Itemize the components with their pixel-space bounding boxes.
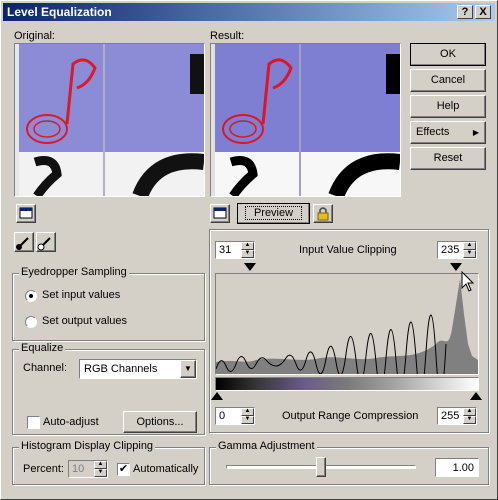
effects-label: Effects: [416, 126, 450, 138]
mouse-cursor-icon: [461, 271, 475, 292]
eyedropper-sampling-title: Eyedropper Sampling: [19, 266, 129, 278]
eyedropper-icon: [16, 237, 29, 250]
input-high-value: 235: [441, 244, 460, 256]
preview-label: Preview: [244, 206, 303, 220]
set-input-radio[interactable]: [25, 290, 37, 302]
chevron-down-icon[interactable]: ▼: [180, 360, 196, 378]
output-high-spinbox[interactable]: 255 ▲ ▼: [437, 407, 477, 425]
gamma-title: Gamma Adjustment: [216, 440, 317, 452]
result-preview-image: [211, 44, 400, 196]
histogram-plot[interactable]: [215, 273, 479, 394]
gamma-value-field[interactable]: 1.00: [435, 458, 479, 477]
histogram-clipping-group: Histogram Display Clipping Percent: 10 ▲…: [12, 440, 205, 485]
gamma-value: 1.00: [452, 462, 474, 474]
output-low-value: 0: [219, 410, 226, 422]
gamma-group: Gamma Adjustment 1.00: [209, 440, 489, 485]
window-icon: [213, 207, 227, 219]
output-low-spinner[interactable]: ▲ ▼: [241, 408, 254, 424]
cancel-button[interactable]: Cancel: [410, 69, 486, 92]
input-high-spinbox[interactable]: 235 ▲ ▼: [437, 241, 477, 259]
percent-spinbox: 10 ▲ ▼: [68, 460, 108, 478]
auto-adjust-checkbox[interactable]: [27, 416, 40, 429]
channel-value: RGB Channels: [84, 363, 158, 375]
automatically-label[interactable]: Automatically: [133, 463, 198, 475]
input-low-spinbox[interactable]: 31 ▲ ▼: [215, 241, 255, 259]
input-high-spinner[interactable]: ▲ ▼: [463, 242, 476, 258]
original-preview-image: [15, 44, 204, 196]
help-button[interactable]: Help: [410, 95, 486, 118]
set-output-radio[interactable]: [25, 316, 37, 328]
reset-button[interactable]: Reset: [410, 147, 486, 170]
set-input-label[interactable]: Set input values: [42, 289, 120, 301]
result-preview[interactable]: [210, 43, 401, 197]
help-title-button[interactable]: ?: [457, 5, 473, 19]
title-bar[interactable]: Level Equalization ? X: [3, 3, 495, 21]
dialog-window: Level Equalization ? X Original: Result:: [0, 0, 498, 500]
histogram-clipping-title: Histogram Display Clipping: [19, 440, 156, 452]
eyedropper-white-button[interactable]: [36, 232, 56, 252]
percent-value: 10: [72, 463, 85, 475]
output-high-value: 255: [441, 410, 460, 422]
preview-button[interactable]: Preview: [237, 203, 310, 224]
lock-button[interactable]: [313, 204, 333, 223]
original-label: Original:: [14, 30, 55, 42]
eyedropper-icon: [37, 237, 51, 251]
output-low-spinbox[interactable]: 0 ▲ ▼: [215, 407, 255, 425]
output-high-marker[interactable]: [470, 392, 482, 400]
output-low-marker[interactable]: [211, 392, 223, 400]
input-low-spinner[interactable]: ▲ ▼: [241, 242, 254, 258]
auto-adjust-label[interactable]: Auto-adjust: [43, 416, 99, 428]
input-low-marker[interactable]: [244, 263, 256, 271]
options-button[interactable]: Options...: [123, 411, 197, 433]
automatically-checkbox[interactable]: ✔: [117, 463, 130, 476]
percent-spinner: ▲ ▼: [94, 461, 107, 477]
triangle-right-icon: ▶: [472, 128, 479, 137]
close-title-button[interactable]: X: [475, 5, 491, 19]
ok-button[interactable]: OK: [410, 43, 486, 66]
set-output-label[interactable]: Set output values: [42, 315, 127, 327]
percent-label: Percent:: [23, 463, 64, 475]
lock-icon: [317, 207, 329, 221]
input-high-marker[interactable]: [450, 263, 462, 271]
equalize-title: Equalize: [19, 342, 66, 354]
input-clipping-label: Input Value Clipping: [299, 244, 397, 256]
original-preview[interactable]: [14, 43, 205, 197]
effects-button[interactable]: Effects ▶: [410, 121, 486, 144]
equalize-group: Equalize Channel: RGB Channels ▼ Auto-ad…: [12, 342, 205, 435]
window-title: Level Equalization: [7, 5, 112, 19]
eyedropper-sampling-group: Eyedropper Sampling Set input values Set…: [12, 266, 205, 341]
histogram-chart: [215, 279, 478, 394]
result-label: Result:: [210, 30, 245, 42]
grayscale-strip: [215, 377, 479, 391]
output-high-spinner[interactable]: ▲ ▼: [463, 408, 476, 424]
channel-label: Channel:: [23, 362, 68, 374]
channel-select[interactable]: RGB Channels ▼: [79, 359, 197, 379]
output-compression-label: Output Range Compression: [282, 410, 419, 422]
preview-window-button[interactable]: [210, 204, 230, 223]
eyedropper-black-button[interactable]: [14, 232, 34, 252]
gamma-slider-thumb[interactable]: [316, 457, 326, 477]
window-icon: [19, 207, 33, 219]
input-low-value: 31: [219, 244, 232, 256]
zoom-fit-button[interactable]: [16, 204, 36, 223]
